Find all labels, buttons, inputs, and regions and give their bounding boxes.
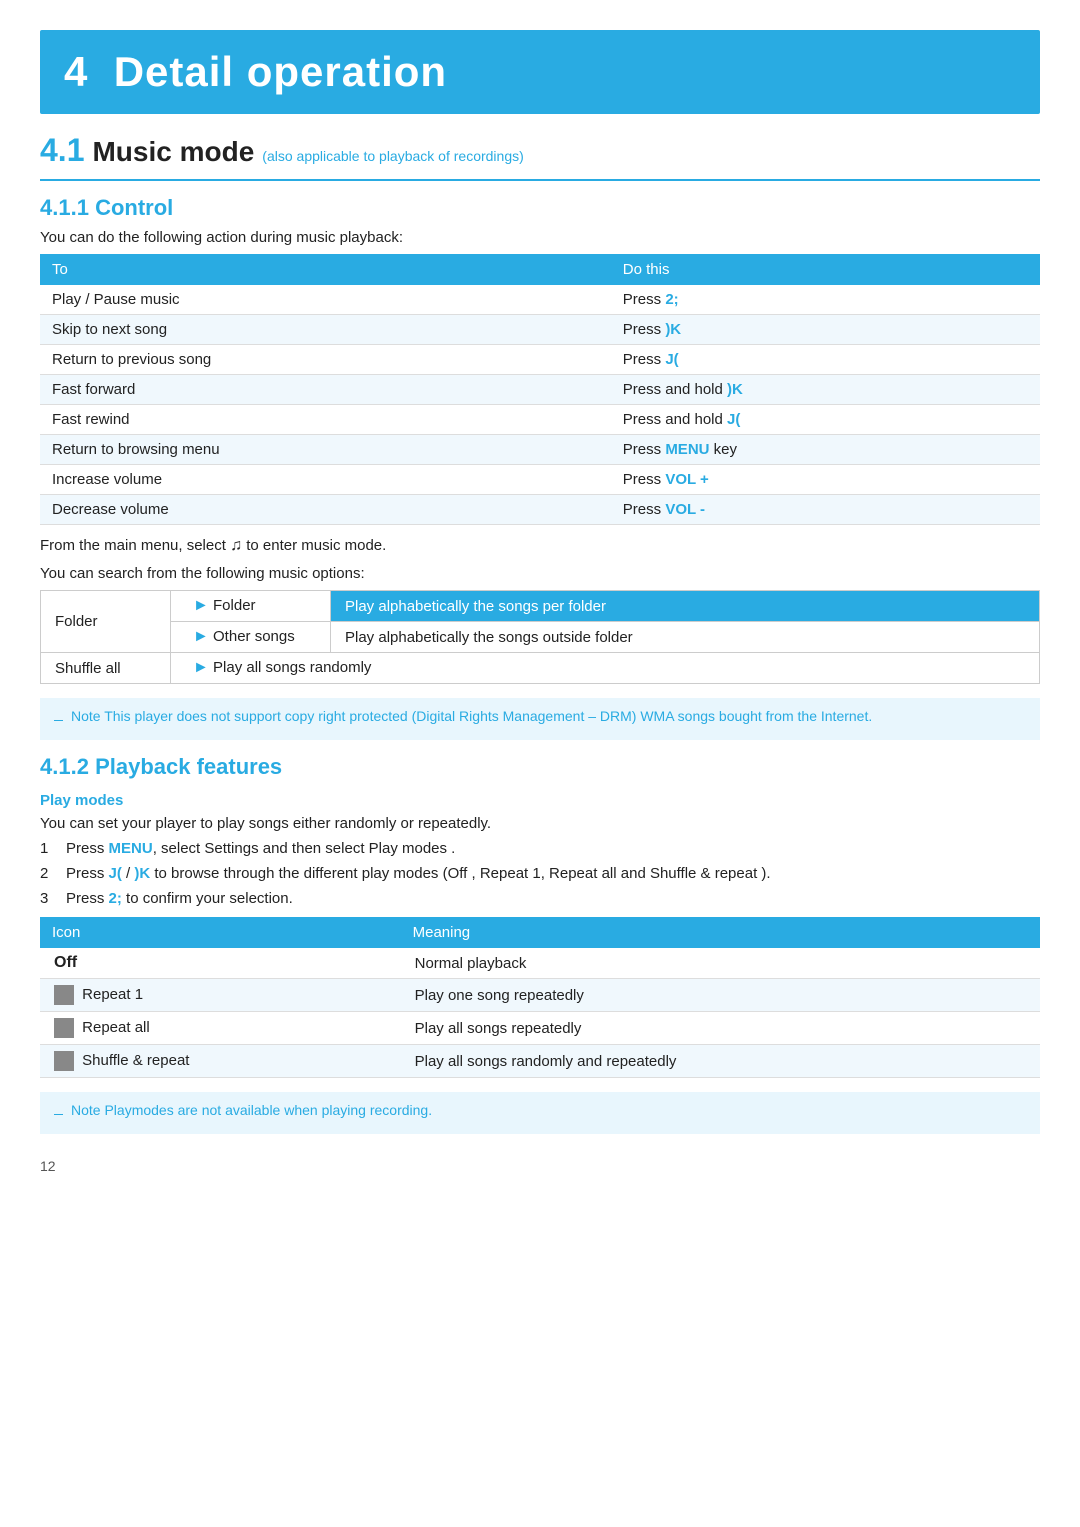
action-value: Press J( [611,345,1040,375]
chapter-title: 4 Detail operation [64,48,1016,96]
table-row: Return to previous song Press J( [40,345,1040,375]
icon-square-repeat-all [54,1018,74,1038]
table-row: Shuffle & repeat Play all songs randomly… [40,1045,1040,1078]
control-table: To Do this Play / Pause music Press 2; S… [40,254,1040,525]
option-folder-label: Folder [41,591,171,653]
option-folder-sub: ► Folder [171,591,331,622]
table-row: Increase volume Press VOL + [40,465,1040,495]
action-value: Press 2; [611,285,1040,315]
page-number: 12 [40,1158,1040,1174]
icon-square-repeat1 [54,985,74,1005]
action-label: Fast forward [40,375,611,405]
section-41-title: 4.1 Music mode (also applicable to playb… [40,132,1040,169]
action-label: Return to browsing menu [40,435,611,465]
icon-meaning-table: Icon Meaning Off Normal playback Repeat … [40,917,1040,1078]
icon-off: Off [40,948,401,979]
note-box-2: ⎯ Note Playmodes are not available when … [40,1092,1040,1134]
table-row: Skip to next song Press )K [40,315,1040,345]
icon-square-shuffle [54,1051,74,1071]
option-shuffle-label: Shuffle all [41,653,171,684]
chapter-header: 4 Detail operation [40,30,1040,114]
list-item: 3 Press 2; to confirm your selection. [40,890,1040,907]
icon-table-header-meaning: Meaning [401,917,1040,948]
action-label: Increase volume [40,465,611,495]
icon-repeat1: Repeat 1 [40,979,401,1012]
note-text-2: Note Playmodes are not available when pl… [71,1102,432,1118]
after-table-text: From the main menu, select ♫ to enter mu… [40,537,1040,555]
option-other-songs-desc: Play alphabetically the songs outside fo… [331,622,1040,653]
meaning-repeat-all: Play all songs repeatedly [401,1012,1040,1045]
icon-table-header-icon: Icon [40,917,401,948]
meaning-off: Normal playback [401,948,1040,979]
list-item: 2 Press J( / )K to browse through the di… [40,865,1040,882]
table-row: Return to browsing menu Press MENU key [40,435,1040,465]
action-value: Press VOL + [611,465,1040,495]
icon-shuffle-repeat: Shuffle & repeat [40,1045,401,1078]
action-label: Decrease volume [40,495,611,525]
music-options-table: Folder ► Folder Play alphabetically the … [40,590,1040,684]
meaning-shuffle-repeat: Play all songs randomly and repeatedly [401,1045,1040,1078]
action-label: Fast rewind [40,405,611,435]
table-row: Folder ► Folder Play alphabetically the … [41,591,1040,622]
table-row: ► Other songs Play alphabetically the so… [41,622,1040,653]
control-table-header-to: To [40,254,611,285]
action-label: Play / Pause music [40,285,611,315]
play-modes-label: Play modes [40,792,1040,809]
action-value: Press )K [611,315,1040,345]
action-value: Press VOL - [611,495,1040,525]
option-folder-desc: Play alphabetically the songs per folder [331,591,1040,622]
control-table-header-dothis: Do this [611,254,1040,285]
icon-repeat-all: Repeat all [40,1012,401,1045]
table-row: Off Normal playback [40,948,1040,979]
section-411-title: 4.1.1 Control [40,195,1040,221]
note-icon-1: ⎯ [54,709,63,730]
note-icon-2: ⎯ [54,1103,63,1124]
table-row: Fast rewind Press and hold J( [40,405,1040,435]
section-divider [40,179,1040,181]
table-row: Repeat 1 Play one song repeatedly [40,979,1040,1012]
table-row: Fast forward Press and hold )K [40,375,1040,405]
note-box-1: ⎯ Note This player does not support copy… [40,698,1040,740]
table-row: Play / Pause music Press 2; [40,285,1040,315]
note-text-1: Note This player does not support copy r… [71,708,872,724]
search-intro: You can search from the following music … [40,565,1040,582]
section-412-title: 4.1.2 Playback features [40,754,1040,780]
action-label: Skip to next song [40,315,611,345]
table-row: Shuffle all ► Play all songs randomly [41,653,1040,684]
action-value: Press MENU key [611,435,1040,465]
option-shuffle-desc: ► Play all songs randomly [171,653,1040,684]
table-row: Decrease volume Press VOL - [40,495,1040,525]
control-intro: You can do the following action during m… [40,229,1040,246]
option-other-songs: ► Other songs [171,622,331,653]
action-value: Press and hold )K [611,375,1040,405]
action-label: Return to previous song [40,345,611,375]
steps-list: 1 Press MENU, select Settings and then s… [40,840,1040,907]
play-modes-intro: You can set your player to play songs ei… [40,815,1040,832]
action-value: Press and hold J( [611,405,1040,435]
list-item: 1 Press MENU, select Settings and then s… [40,840,1040,857]
table-row: Repeat all Play all songs repeatedly [40,1012,1040,1045]
meaning-repeat1: Play one song repeatedly [401,979,1040,1012]
